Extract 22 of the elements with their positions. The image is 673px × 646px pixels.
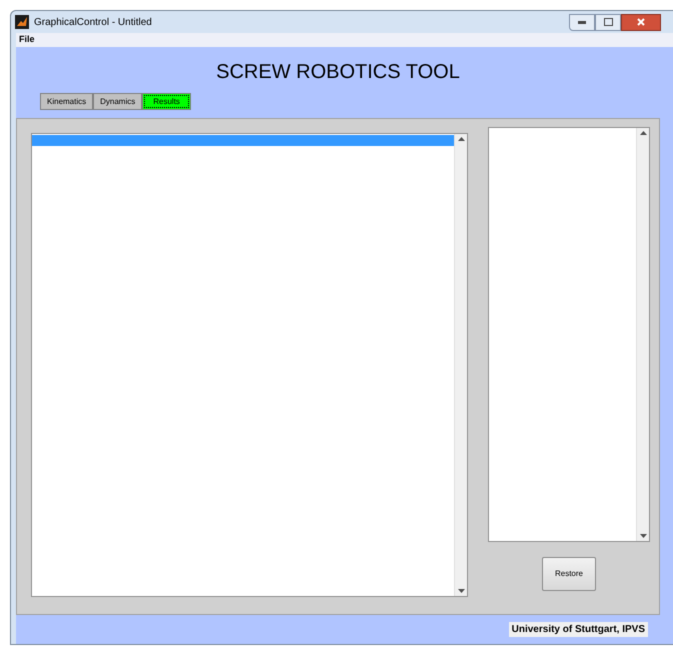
menu-item[interactable]: File: [19, 33, 35, 47]
close-button[interactable]: [621, 14, 661, 30]
up-arrow-icon[interactable]: [458, 137, 464, 141]
down-arrow-icon[interactable]: [640, 534, 646, 538]
window-title: GraphicalControl - Untitled: [34, 16, 152, 30]
tab[interactable]: Dynamics: [93, 93, 142, 110]
maximize-icon: [604, 18, 612, 26]
scrollbar[interactable]: [636, 128, 649, 541]
tab[interactable]: Kinematics: [40, 93, 94, 110]
down-arrow-icon[interactable]: [458, 589, 464, 593]
results-listbox[interactable]: [31, 133, 468, 597]
maximize-button[interactable]: [595, 14, 621, 30]
scrollbar[interactable]: [454, 134, 467, 596]
close-icon: [637, 18, 645, 26]
up-arrow-icon[interactable]: [640, 131, 646, 135]
tab[interactable]: Results: [142, 93, 191, 110]
minimize-button[interactable]: [569, 14, 595, 30]
app-heading: SCREW ROBOTICS TOOL: [215, 60, 461, 84]
minimize-icon: [578, 20, 586, 24]
restore-button[interactable]: Restore: [542, 557, 596, 591]
app-logo-icon: [15, 15, 29, 29]
footer-label: University of Stuttgart, IPVS: [508, 622, 648, 637]
